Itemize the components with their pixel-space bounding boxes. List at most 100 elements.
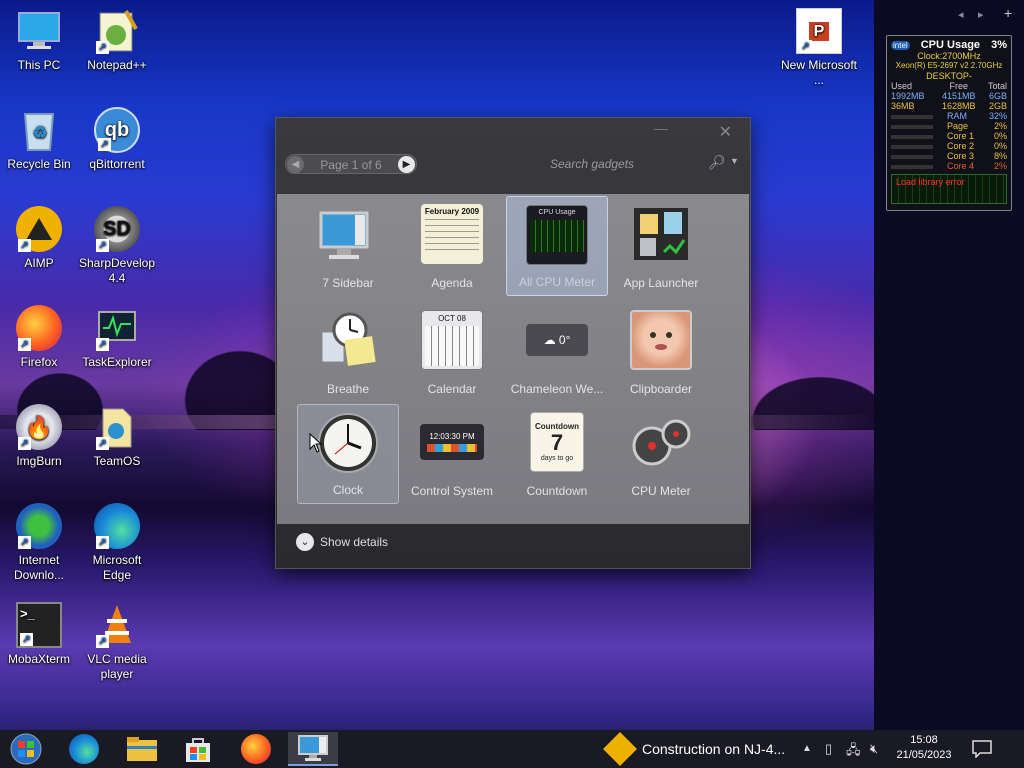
taskbar-edge-button[interactable] — [62, 732, 106, 766]
gadget-label: Control System — [410, 484, 494, 498]
network-icon[interactable]: 🖧︎ — [846, 741, 861, 763]
gadget-label: Calendar — [427, 382, 477, 396]
tablet-icon[interactable]: ▯ — [825, 741, 832, 757]
desktop-icon-label: TaskExplorer — [82, 355, 152, 369]
meter-bar — [891, 124, 933, 129]
cpu-history-graph: Load library error — [891, 174, 1007, 204]
mouse-cursor-icon — [309, 433, 323, 453]
news-headline: Construction on NJ-4... — [642, 741, 786, 757]
taskexplorer-icon: ↗ — [94, 305, 140, 351]
news-widget[interactable]: Construction on NJ-4... — [603, 730, 786, 768]
search-icon[interactable]: 🔎︎ — [708, 154, 726, 171]
gadget-tile-agenda[interactable]: February 2009 Agenda — [401, 196, 503, 296]
calendar-icon: OCT 08 — [421, 310, 483, 370]
app-launcher-icon — [630, 204, 692, 264]
chevron-down-icon: ⌄ — [296, 533, 314, 551]
meter-bar — [891, 134, 933, 139]
search-gadgets-input[interactable]: Search gadgets — [550, 157, 670, 171]
powerpoint-icon: P ↗ — [796, 8, 842, 54]
page-label: Page 1 of 6 — [320, 158, 382, 172]
cpu-meter-preview-icon: CPU Usage — [526, 205, 588, 265]
desktop-icon-label: VLC media player — [87, 652, 147, 681]
sidebar-prev-icon[interactable]: ◂ — [958, 8, 964, 21]
start-button[interactable] — [4, 732, 48, 766]
desktop-icon-internet-download-manager[interactable]: ↗ Internet Downlo... — [0, 503, 78, 583]
next-page-icon[interactable]: ▶ — [398, 156, 415, 173]
table-cell: 1628MB — [941, 101, 976, 111]
gadget-tile-countdown[interactable]: Countdown 7 days to go Countdown — [506, 404, 608, 504]
show-hidden-icons-chevron-up-icon[interactable]: ▲ — [802, 743, 812, 754]
gadget-label: Agenda — [431, 276, 473, 290]
aimp-icon: ↗ — [16, 206, 62, 252]
desktop-icon-this-pc[interactable]: This PC — [0, 8, 78, 73]
desktop-icon-imgburn[interactable]: 🔥 ↗ ImgBurn — [0, 404, 78, 469]
gadget-label: Clock — [332, 483, 363, 497]
desktop-icon-vlc[interactable]: ↗ VLC media player — [78, 602, 156, 682]
desktop-icon-sharpdevelop[interactable]: SD ↗ SharpDevelop 4.4 — [78, 206, 156, 286]
meters-table: RAM 32% Page 2% Core 1 0% Core 2 0% Core 3 8%… — [891, 111, 1007, 171]
memory-table: Used Free Total 1992MB 4151MB 6GB 36MB 1… — [891, 81, 1007, 111]
col-header: Free — [949, 81, 969, 91]
breathe-clock-icon — [317, 310, 379, 370]
minimize-icon[interactable]: — — [654, 120, 668, 136]
store-bag-icon — [186, 738, 210, 762]
table-cell: 6GB — [988, 91, 1007, 101]
gadget-tile-cpu-meter[interactable]: CPU Meter — [610, 404, 712, 504]
desktop-icon-edge[interactable]: ↗ Microsoft Edge — [78, 503, 156, 583]
meter-name: Core 2 — [946, 141, 974, 151]
table-cell: 2GB — [988, 101, 1007, 111]
cpu-meter-dials-icon — [630, 412, 692, 472]
sidebar-add-icon[interactable]: + — [1004, 5, 1012, 21]
countdown-calendar-icon: Countdown 7 days to go — [530, 412, 584, 472]
clock-time: 15:08 — [910, 734, 938, 746]
gadget-tile-app-launcher[interactable]: App Launcher — [610, 196, 712, 296]
desktop-icon-aimp[interactable]: ↗ AIMP — [0, 206, 78, 271]
desktop-icon-notepadpp[interactable]: ↗ Notepad++ — [78, 8, 156, 73]
firefox-icon — [241, 734, 271, 764]
gadget-tile-7-sidebar[interactable]: 7 Sidebar — [297, 196, 399, 296]
cpu-clock: Clock:2700MHz — [917, 51, 981, 61]
volume-muted-icon[interactable]: 🔇︎ — [870, 741, 878, 757]
meter-bar — [891, 144, 933, 149]
intel-logo: intel — [891, 40, 910, 50]
gadget-tile-breathe[interactable]: Breathe — [297, 302, 399, 402]
previous-page-icon[interactable]: ◀ — [287, 156, 304, 173]
taskbar-gadgets-button[interactable] — [288, 732, 338, 766]
cpu-model: Xeon(R) E5-2697 v2 2.70GHz — [895, 61, 1003, 70]
col-header: Used — [891, 81, 913, 91]
gadget-tile-clock[interactable]: Clock — [297, 404, 399, 504]
gadget-label: Clipboarder — [629, 382, 693, 396]
gadget-tile-calendar[interactable]: OCT 08 Calendar — [401, 302, 503, 402]
gadget-tile-control-system[interactable]: 12:03:30 PM Control System — [401, 404, 503, 504]
desktop-icon-firefox[interactable]: ↗ Firefox — [0, 305, 78, 370]
desktop-icon-label: TeamOS — [93, 454, 141, 468]
taskbar-clock[interactable]: 15:08 21/05/2023 — [892, 733, 956, 763]
notifications-icon[interactable] — [972, 740, 992, 758]
close-icon[interactable]: ✕ — [719, 122, 732, 142]
desktop-icon-taskexplorer[interactable]: ↗ TaskExplorer — [78, 305, 156, 370]
taskbar-firefox-button[interactable] — [234, 732, 278, 766]
cpu-usage-widget[interactable]: intel CPU Usage 3% Clock:2700MHz Xeon(R)… — [886, 35, 1012, 211]
gadget-tile-clipboarder[interactable]: Clipboarder — [610, 302, 712, 402]
desktop-icon-recycle-bin[interactable]: ♻ Recycle Bin — [0, 107, 78, 172]
taskbar-file-explorer-button[interactable] — [120, 732, 164, 766]
table-cell: 4151MB — [941, 91, 976, 101]
desktop-icon-label: SharpDevelop 4.4 — [78, 256, 156, 285]
desktop-icon-label: New Microsoft ... — [780, 58, 857, 87]
countdown-number: 7 — [550, 430, 564, 455]
meter-name: Core 3 — [946, 151, 974, 161]
desktop-icon-qbittorrent[interactable]: qb ↗ qBittorrent — [78, 107, 156, 172]
taskbar-store-button[interactable] — [176, 732, 220, 766]
desktop-icon-powerpoint[interactable]: P ↗ New Microsoft ... — [780, 8, 858, 88]
gadget-label: CPU Meter — [631, 484, 691, 498]
desktop-icon-label: Internet Downlo... — [13, 553, 65, 582]
sidebar-next-icon[interactable]: ▸ — [978, 8, 984, 21]
gadget-tile-all-cpu-meter[interactable]: CPU Usage All CPU Meter — [506, 196, 608, 296]
show-details-toggle[interactable]: ⌄ Show details — [296, 533, 388, 551]
gadget-tile-chameleon-weather[interactable]: ☁ 0° Chameleon We... — [506, 302, 608, 402]
weather-temp: 0° — [558, 333, 571, 347]
chevron-down-icon[interactable]: ▼ — [730, 156, 739, 166]
desktop-icon-mobaxterm[interactable]: >_ ↗ MobaXterm — [0, 602, 78, 667]
col-header: Total — [987, 81, 1007, 91]
desktop-icon-teamos[interactable]: ↗ TeamOS — [78, 404, 156, 469]
